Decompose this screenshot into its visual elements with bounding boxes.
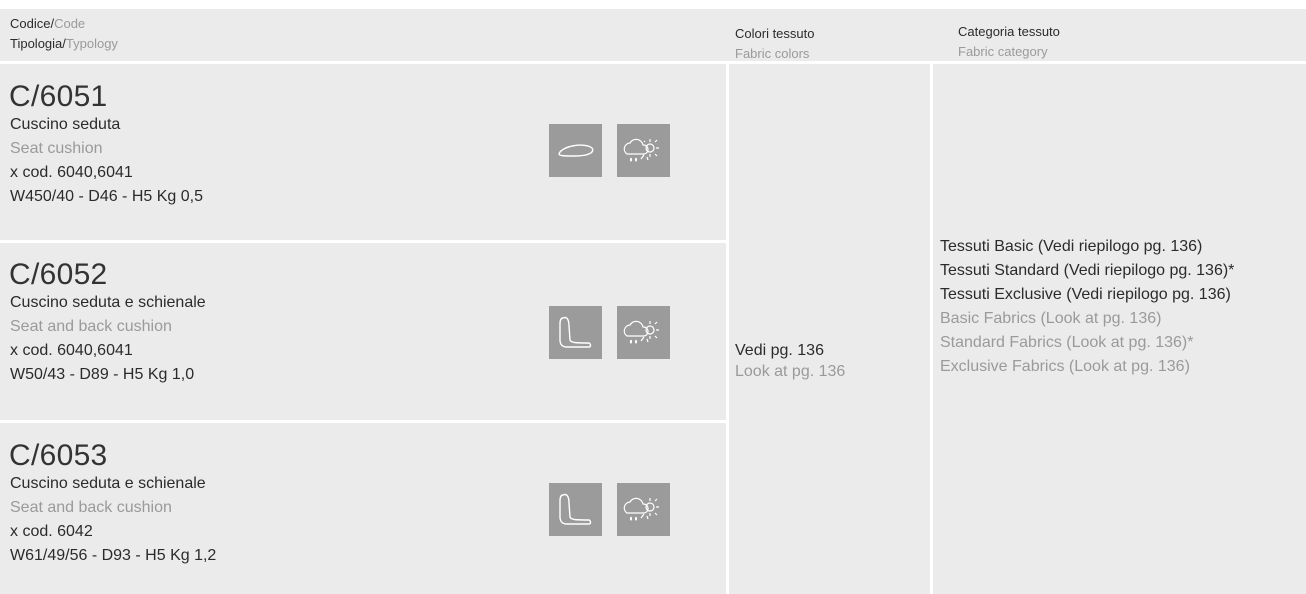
product-compat: x cod. 6042 xyxy=(10,523,93,540)
seat-cushion-icon xyxy=(549,124,602,177)
header-colors-en: Fabric colors xyxy=(735,46,810,61)
product-dimensions: W450/40 - D46 - H5 Kg 0,5 xyxy=(10,188,203,205)
product-details: Cuscino seduta Seat cushion x cod. 6040,… xyxy=(10,113,203,209)
product-name-it: Cuscino seduta e schienale xyxy=(10,475,206,492)
product-code: C/6053 xyxy=(9,439,108,472)
seat-back-cushion-icon xyxy=(549,306,602,359)
product-details: Cuscino seduta e schienale Seat and back… xyxy=(10,291,206,387)
fabric-colors-it: Vedi pg. 136 xyxy=(735,342,824,359)
product-name-it: Cuscino seduta xyxy=(10,116,121,133)
header-fabric-colors: Colori tessuto Fabric colors xyxy=(735,24,814,64)
header-category-en: Fabric category xyxy=(958,44,1048,59)
fabric-colors-en: Look at pg. 136 xyxy=(735,363,846,380)
product-name-en: Seat cushion xyxy=(10,140,103,157)
header-code-en: Code xyxy=(54,16,86,31)
product-row: C/6053 Cuscino seduta e schienale Seat a… xyxy=(0,423,726,594)
product-compat: x cod. 6040,6041 xyxy=(10,342,133,359)
outdoor-weather-icon xyxy=(617,483,670,536)
fabric-category-it-standard: Tessuti Standard (Vedi riepilogo pg. 136… xyxy=(940,262,1235,279)
header-colors-it: Colori tessuto xyxy=(735,26,815,41)
header-typology: Tipologia/Typology xyxy=(10,34,118,54)
product-name-it: Cuscino seduta e schienale xyxy=(10,294,206,311)
product-code: C/6051 xyxy=(9,80,108,113)
fabric-colors-text: Vedi pg. 136 Look at pg. 136 xyxy=(735,340,845,382)
header-code-it: Codice/ xyxy=(10,16,55,31)
product-dimensions: W61/49/56 - D93 - H5 Kg 1,2 xyxy=(10,547,217,564)
header-code-typology: Codice/Code Tipologia/Typology xyxy=(10,14,118,54)
outdoor-weather-icon xyxy=(617,306,670,359)
outdoor-weather-icon xyxy=(617,124,670,177)
product-row: C/6052 Cuscino seduta e schienale Seat a… xyxy=(0,243,726,420)
product-details: Cuscino seduta e schienale Seat and back… xyxy=(10,472,216,568)
table-header: Codice/Code Tipologia/Typology Colori te… xyxy=(0,9,1306,61)
fabric-category-en-exclusive: Exclusive Fabrics (Look at pg. 136) xyxy=(940,358,1190,375)
fabric-category-en-standard: Standard Fabrics (Look at pg. 136)* xyxy=(940,334,1194,351)
header-category-it: Categoria tessuto xyxy=(958,24,1060,39)
product-row: C/6051 Cuscino seduta Seat cushion x cod… xyxy=(0,64,726,240)
header-fabric-category: Categoria tessuto Fabric category xyxy=(958,22,1060,62)
fabric-category-it-basic: Tessuti Basic (Vedi riepilogo pg. 136) xyxy=(940,238,1203,255)
fabric-category-text: Tessuti Basic (Vedi riepilogo pg. 136) T… xyxy=(940,235,1234,379)
product-name-en: Seat and back cushion xyxy=(10,499,172,516)
fabric-colors-cell: Vedi pg. 136 Look at pg. 136 xyxy=(729,64,930,594)
fabric-category-en-basic: Basic Fabrics (Look at pg. 136) xyxy=(940,310,1162,327)
product-dimensions: W50/43 - D89 - H5 Kg 1,0 xyxy=(10,366,195,383)
product-code: C/6052 xyxy=(9,258,108,291)
product-name-en: Seat and back cushion xyxy=(10,318,172,335)
fabric-category-cell: Tessuti Basic (Vedi riepilogo pg. 136) T… xyxy=(933,64,1306,594)
header-typology-en: Typology xyxy=(65,36,118,51)
product-compat: x cod. 6040,6041 xyxy=(10,164,133,181)
header-code: Codice/Code xyxy=(10,14,118,34)
fabric-category-it-exclusive: Tessuti Exclusive (Vedi riepilogo pg. 13… xyxy=(940,286,1231,303)
seat-back-cushion-icon xyxy=(549,483,602,536)
header-typology-it: Tipologia/ xyxy=(10,36,66,51)
